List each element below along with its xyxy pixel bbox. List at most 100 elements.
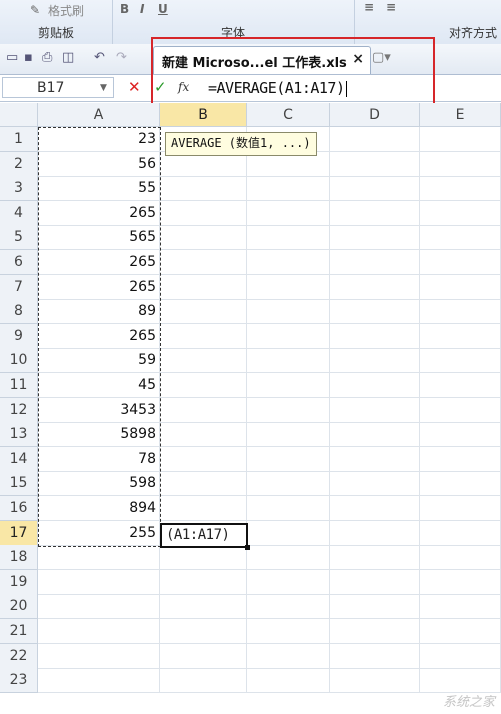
cell-e3[interactable] (420, 176, 501, 201)
cell-a1[interactable]: 23 (38, 127, 160, 152)
cell-a7[interactable]: 265 (38, 275, 160, 300)
cell-d20[interactable] (330, 594, 420, 619)
cell-d17[interactable] (330, 521, 420, 546)
row-header-2[interactable]: 2 (0, 152, 38, 177)
cell-e7[interactable] (420, 275, 501, 300)
cell-c5[interactable] (247, 225, 330, 250)
cell-a12[interactable]: 3453 (38, 398, 160, 423)
cell-d6[interactable] (330, 250, 420, 275)
cell-e12[interactable] (420, 398, 501, 423)
cell-b4[interactable] (160, 201, 247, 226)
cell-b9[interactable] (160, 324, 247, 349)
cell-d4[interactable] (330, 201, 420, 226)
insert-function-button[interactable]: fx (178, 80, 189, 94)
row-header-14[interactable]: 14 (0, 447, 38, 472)
name-box[interactable]: B17 (2, 77, 114, 98)
select-all-corner[interactable] (0, 103, 38, 127)
cell-d3[interactable] (330, 176, 420, 201)
cell-d2[interactable] (330, 152, 420, 177)
cell-c17[interactable] (247, 521, 330, 546)
cell-c7[interactable] (247, 275, 330, 300)
document-tab[interactable]: 新建 Microso...el 工作表.xls × (153, 46, 371, 74)
cell-d14[interactable] (330, 447, 420, 472)
cell-c20[interactable] (247, 594, 330, 619)
cell-b20[interactable] (160, 594, 247, 619)
cell-e9[interactable] (420, 324, 501, 349)
cell-a3[interactable]: 55 (38, 176, 160, 201)
cell-b11[interactable] (160, 373, 247, 398)
cell-b15[interactable] (160, 471, 247, 496)
cancel-formula-button[interactable]: ✕ (128, 78, 141, 96)
row-header-7[interactable]: 7 (0, 275, 38, 300)
cell-e10[interactable] (420, 348, 501, 373)
cell-a17[interactable]: 255 (38, 521, 160, 546)
column-header-c[interactable]: C (247, 103, 330, 127)
cell-a6[interactable]: 265 (38, 250, 160, 275)
cell-a21[interactable] (38, 619, 160, 644)
cell-c4[interactable] (247, 201, 330, 226)
row-header-8[interactable]: 8 (0, 299, 38, 324)
open-icon[interactable]: ▭ (6, 50, 18, 65)
name-box-dropdown-icon[interactable]: ▼ (100, 83, 107, 93)
cell-c14[interactable] (247, 447, 330, 472)
cell-d11[interactable] (330, 373, 420, 398)
save-icon[interactable]: ▪ (24, 50, 33, 65)
cell-a23[interactable] (38, 668, 160, 693)
row-header-12[interactable]: 12 (0, 398, 38, 423)
cell-c15[interactable] (247, 471, 330, 496)
cell-d5[interactable] (330, 225, 420, 250)
row-header-11[interactable]: 11 (0, 373, 38, 398)
cell-c21[interactable] (247, 619, 330, 644)
cell-a9[interactable]: 265 (38, 324, 160, 349)
formula-input[interactable]: =AVERAGE(A1:A17) (208, 79, 347, 97)
cell-c9[interactable] (247, 324, 330, 349)
italic-button[interactable]: I (140, 2, 144, 16)
cell-e8[interactable] (420, 299, 501, 324)
close-tab-icon[interactable]: × (352, 51, 364, 67)
cell-d18[interactable] (330, 545, 420, 570)
cell-e20[interactable] (420, 594, 501, 619)
column-header-b[interactable]: B (160, 103, 247, 127)
cell-a18[interactable] (38, 545, 160, 570)
row-header-3[interactable]: 3 (0, 176, 38, 201)
cell-d10[interactable] (330, 348, 420, 373)
print-icon[interactable]: ⎙ (42, 50, 52, 65)
cell-e17[interactable] (420, 521, 501, 546)
cell-d13[interactable] (330, 422, 420, 447)
cell-c8[interactable] (247, 299, 330, 324)
cell-d19[interactable] (330, 570, 420, 595)
undo-icon[interactable]: ↶ (94, 50, 105, 65)
cell-d23[interactable] (330, 668, 420, 693)
cell-a5[interactable]: 565 (38, 225, 160, 250)
cell-a13[interactable]: 5898 (38, 422, 160, 447)
cell-a20[interactable] (38, 594, 160, 619)
cell-e14[interactable] (420, 447, 501, 472)
bold-button[interactable]: B (120, 2, 129, 16)
format-painter-label[interactable]: 格式刷 (48, 2, 84, 19)
row-header-10[interactable]: 10 (0, 348, 38, 373)
row-header-19[interactable]: 19 (0, 570, 38, 595)
cell-b14[interactable] (160, 447, 247, 472)
column-header-a[interactable]: A (38, 103, 160, 127)
new-tab-icon[interactable]: ▢▾ (372, 50, 400, 70)
row-header-20[interactable]: 20 (0, 594, 38, 619)
cell-c18[interactable] (247, 545, 330, 570)
row-header-16[interactable]: 16 (0, 496, 38, 521)
align-left-icon[interactable]: ≡ (364, 0, 374, 14)
cell-d1[interactable] (330, 127, 420, 152)
cell-d15[interactable] (330, 471, 420, 496)
cell-c16[interactable] (247, 496, 330, 521)
row-header-5[interactable]: 5 (0, 225, 38, 250)
cell-c10[interactable] (247, 348, 330, 373)
cell-d16[interactable] (330, 496, 420, 521)
cell-a16[interactable]: 894 (38, 496, 160, 521)
cell-b13[interactable] (160, 422, 247, 447)
cell-b5[interactable] (160, 225, 247, 250)
cell-e13[interactable] (420, 422, 501, 447)
cell-b8[interactable] (160, 299, 247, 324)
cell-e23[interactable] (420, 668, 501, 693)
row-header-1[interactable]: 1 (0, 127, 38, 152)
cell-a11[interactable]: 45 (38, 373, 160, 398)
row-header-23[interactable]: 23 (0, 668, 38, 693)
cell-b10[interactable] (160, 348, 247, 373)
